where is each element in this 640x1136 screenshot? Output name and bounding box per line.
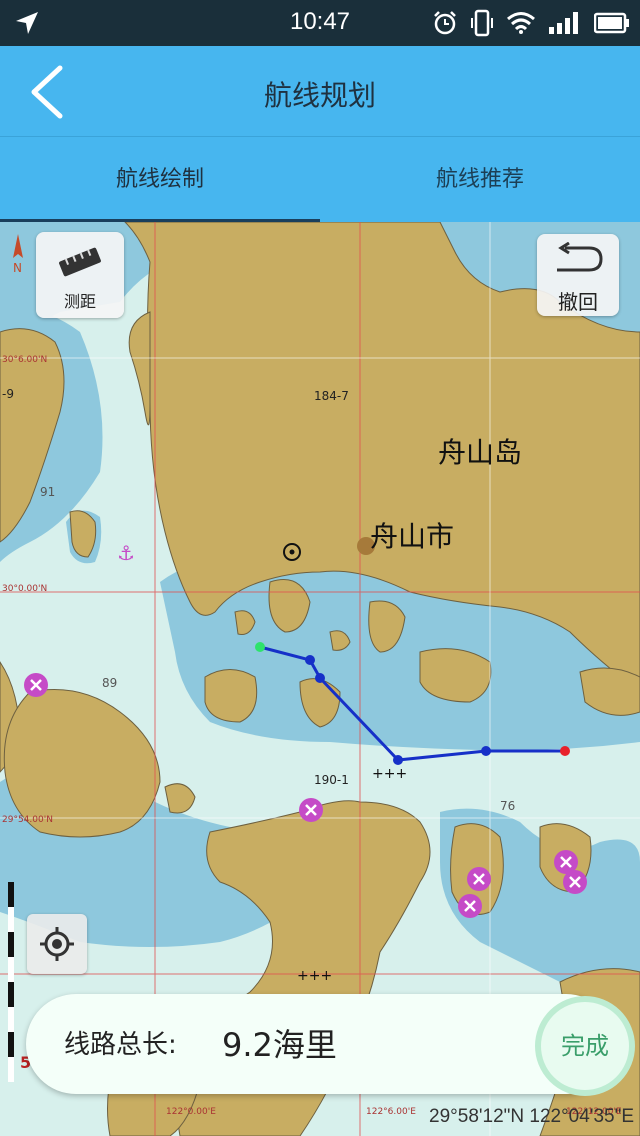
undo-label: 撤回 [558,290,598,314]
latitude-label: 30°0.00'N [2,584,47,594]
measure-distance-button[interactable]: 测距 [36,232,124,318]
coordinate-readout: 29°58'12"N 122°04'35"E [429,1106,634,1127]
scale-bar [8,882,14,1082]
hazard-icon [467,867,491,891]
status-icons [432,9,630,37]
hazard-icon [458,894,482,918]
chart-depth-label: 89 [102,676,117,690]
done-button[interactable]: 完成 [535,996,635,1096]
island-label: 舟山岛 [438,436,522,469]
route-length-value: 9.2海里 [222,1026,337,1064]
locate-button[interactable] [27,914,87,974]
tab-label: 航线绘制 [115,167,204,192]
alarm-icon [434,11,456,35]
route-length-label: 线路总长: [64,1030,177,1060]
svg-text:N: N [13,261,22,275]
chart-depth-label: 184-7 [314,389,349,403]
battery-icon [594,12,629,34]
latitude-label: 30°6.00'N [2,355,47,365]
wifi-icon [507,12,535,34]
done-label: 完成 [561,1032,609,1060]
app-bar: 航线规划 [0,46,640,136]
route-waypoint[interactable] [305,655,315,665]
chart-depth-label: 91 [40,485,55,499]
vibrate-icon [471,9,493,37]
signal-icon [549,12,578,34]
longitude-label: 122°6.00'E [366,1107,416,1117]
chart-depth-label: -9 [2,387,14,401]
chart-depth-label: 76 [500,799,515,813]
landmark-dot [289,549,295,555]
route-length-card: 线路总长: 9.2海里 [26,994,616,1094]
hazard-icon [563,870,587,894]
ruler-icon [59,247,101,277]
route-waypoint[interactable] [481,746,491,756]
undo-icon [557,242,603,272]
tab-bar: 航线绘制 航线推荐 [0,136,640,223]
longitude-label: 122°0.00'E [166,1107,216,1117]
undo-button[interactable]: 撤回 [537,234,619,316]
route-end-point[interactable] [560,746,570,756]
tab-label: 航线推荐 [435,167,524,192]
obstruction-icon: +++ [372,766,407,782]
status-bar: 10:47 [0,0,640,46]
crosshair-locate-icon [40,927,74,961]
obstruction-icon: +++ [297,968,332,984]
page-title: 航线规划 [263,79,376,112]
route-start-point[interactable] [255,642,265,652]
hazard-icon [24,673,48,697]
hazard-icon [299,798,323,822]
city-label: 舟山市 [370,520,454,553]
route-waypoint[interactable] [315,673,325,683]
chart-depth-label: 190-1 [314,773,349,787]
anchor-icon: ⚓ [117,541,135,565]
tab-route-draw[interactable]: 航线绘制 [0,137,320,223]
latitude-label: 29°54.00'N [2,815,53,825]
tab-route-recommend[interactable]: 航线推荐 [320,137,640,223]
route-waypoint[interactable] [393,755,403,765]
measure-label: 测距 [63,292,96,311]
